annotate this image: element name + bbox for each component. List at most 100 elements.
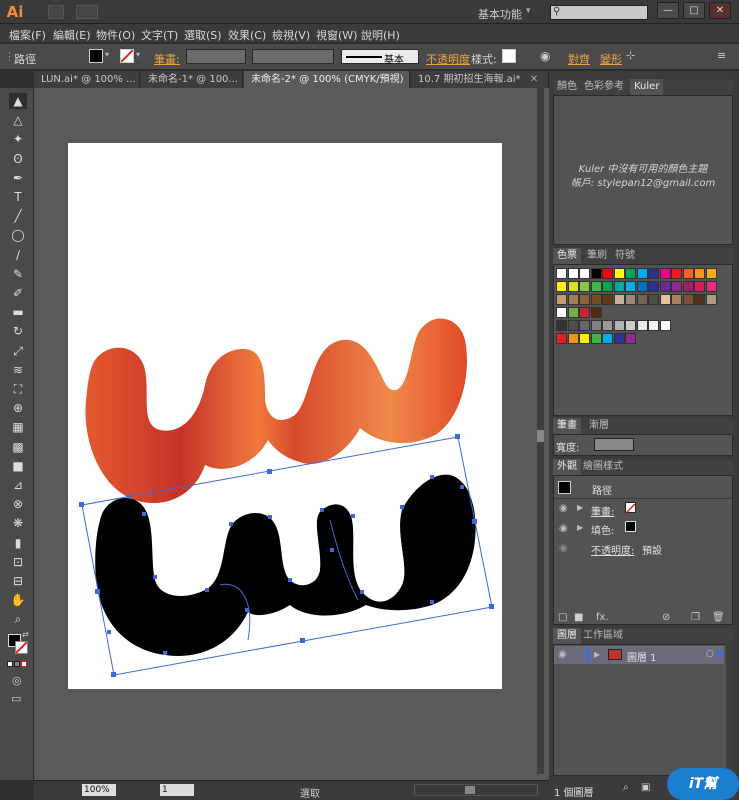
- tab-gradient[interactable]: 漸層: [589, 418, 609, 434]
- new-fill-icon[interactable]: ■: [574, 612, 583, 623]
- pencil-tool[interactable]: ✎: [9, 266, 27, 282]
- color-swatch[interactable]: [567, 320, 579, 331]
- tab-color[interactable]: 顏色: [557, 79, 577, 95]
- status-mode-label[interactable]: 選取: [300, 785, 320, 800]
- slice-tool[interactable]: ⊟: [9, 573, 27, 589]
- color-swatch[interactable]: [648, 281, 659, 292]
- tab-kuler[interactable]: Kuler: [630, 79, 664, 95]
- color-swatch[interactable]: [613, 294, 625, 305]
- color-swatch[interactable]: [556, 307, 567, 318]
- color-swatch[interactable]: [579, 281, 590, 292]
- layer-name[interactable]: 圖層 1: [627, 649, 657, 664]
- color-swatch[interactable]: [579, 294, 590, 305]
- tab-appearance[interactable]: 外觀: [553, 459, 581, 475]
- color-swatch[interactable]: [659, 294, 671, 305]
- tab-graphic-styles[interactable]: 繪圖樣式: [583, 459, 623, 475]
- trash-icon[interactable]: 🗑: [712, 612, 725, 623]
- artboard-number-field[interactable]: 1: [160, 784, 194, 796]
- color-swatch[interactable]: [556, 333, 567, 344]
- selection-indicator[interactable]: [717, 651, 723, 657]
- blob-brush-tool[interactable]: ✐: [9, 285, 27, 301]
- color-swatch[interactable]: [613, 281, 625, 292]
- color-swatch[interactable]: [579, 320, 590, 331]
- expand-arrow-icon[interactable]: ▶: [577, 523, 583, 532]
- color-swatch[interactable]: [671, 294, 682, 305]
- color-swatch[interactable]: [590, 307, 602, 318]
- stroke-width-field[interactable]: [594, 438, 634, 451]
- new-stroke-icon[interactable]: □: [558, 612, 567, 623]
- color-swatch[interactable]: [671, 281, 682, 292]
- maximize-button[interactable]: □: [683, 2, 705, 19]
- target-icon[interactable]: ○: [706, 649, 714, 659]
- color-swatch[interactable]: [636, 281, 648, 292]
- horizontal-scroll-thumb[interactable]: [465, 786, 475, 794]
- color-swatch[interactable]: [625, 281, 636, 292]
- zoom-tool[interactable]: ⌕: [9, 611, 27, 627]
- color-swatch[interactable]: [567, 281, 579, 292]
- column-graph-tool[interactable]: ▮: [9, 535, 27, 551]
- color-swatch[interactable]: [648, 268, 659, 279]
- shape-builder-tool[interactable]: ⊕: [9, 400, 27, 416]
- color-swatch[interactable]: [602, 281, 613, 292]
- eraser-tool[interactable]: ▬: [9, 304, 27, 320]
- eyedropper-tool[interactable]: ⊿: [9, 477, 27, 493]
- symbol-sprayer-tool[interactable]: ❋: [9, 515, 27, 531]
- color-swatch[interactable]: [579, 268, 590, 279]
- tab-stroke[interactable]: 筆畫: [553, 418, 581, 434]
- vertical-scroll-thumb[interactable]: [537, 430, 544, 442]
- color-swatch[interactable]: [567, 307, 579, 318]
- color-swatch[interactable]: [579, 307, 590, 318]
- rotate-tool[interactable]: ↻: [9, 323, 27, 339]
- color-swatch[interactable]: [625, 268, 636, 279]
- magic-wand-tool[interactable]: ✦: [9, 131, 27, 147]
- color-swatch[interactable]: [590, 294, 602, 305]
- lasso-tool[interactable]: ʘ: [9, 151, 27, 167]
- isolate-icon[interactable]: ⊹: [626, 49, 635, 62]
- color-swatch[interactable]: [613, 268, 625, 279]
- make-clipping-mask-icon[interactable]: ▣: [641, 782, 650, 793]
- panel-menu-icon[interactable]: ≡: [717, 49, 726, 62]
- color-swatch[interactable]: [625, 333, 636, 344]
- paintbrush-tool[interactable]: ∕: [9, 247, 27, 263]
- color-swatch[interactable]: [694, 268, 705, 279]
- color-swatch[interactable]: [590, 320, 602, 331]
- lun-orange-shape[interactable]: [85, 318, 467, 504]
- ellipse-tool[interactable]: ◯: [9, 227, 27, 243]
- color-swatch[interactable]: [556, 268, 567, 279]
- mesh-tool[interactable]: ▩: [9, 439, 27, 455]
- fill-row-swatch[interactable]: [625, 521, 636, 532]
- color-swatch[interactable]: [648, 320, 659, 331]
- artwork[interactable]: [0, 0, 549, 780]
- locate-object-icon[interactable]: ⌕: [623, 782, 629, 793]
- color-swatch[interactable]: [682, 268, 694, 279]
- color-swatch[interactable]: [556, 294, 567, 305]
- visibility-eye-icon[interactable]: ◉: [559, 523, 568, 534]
- tab-color-guide[interactable]: 色彩參考: [584, 79, 624, 95]
- opacity-row-label[interactable]: 不透明度:: [591, 542, 634, 557]
- color-swatch[interactable]: [602, 333, 613, 344]
- color-swatch[interactable]: [694, 294, 705, 305]
- color-swatch[interactable]: [659, 268, 671, 279]
- layers-scrollbar[interactable]: [726, 644, 733, 774]
- scale-tool[interactable]: ⤢: [9, 343, 27, 359]
- selection-tool[interactable]: ▲: [9, 93, 27, 109]
- color-swatch[interactable]: [567, 333, 579, 344]
- color-swatch[interactable]: [590, 268, 602, 279]
- color-swatch[interactable]: [694, 281, 705, 292]
- tab-symbols[interactable]: 符號: [615, 248, 635, 264]
- minimize-button[interactable]: —: [657, 2, 679, 19]
- align-link[interactable]: 對齊: [568, 51, 590, 67]
- color-swatch[interactable]: [602, 320, 613, 331]
- color-swatch[interactable]: [636, 268, 648, 279]
- color-swatch[interactable]: [567, 268, 579, 279]
- free-transform-tool[interactable]: ⛶: [9, 381, 27, 397]
- color-swatch[interactable]: [602, 268, 613, 279]
- tab-layers[interactable]: 圖層: [553, 628, 581, 644]
- close-button[interactable]: ✕: [709, 2, 731, 19]
- blend-tool[interactable]: ⊗: [9, 496, 27, 512]
- visibility-eye-icon[interactable]: ◉: [559, 503, 568, 514]
- tab-swatches[interactable]: 色票: [553, 248, 581, 264]
- gradient-tool[interactable]: ■: [9, 458, 27, 474]
- color-swatch[interactable]: [682, 294, 694, 305]
- color-swatch[interactable]: [682, 281, 694, 292]
